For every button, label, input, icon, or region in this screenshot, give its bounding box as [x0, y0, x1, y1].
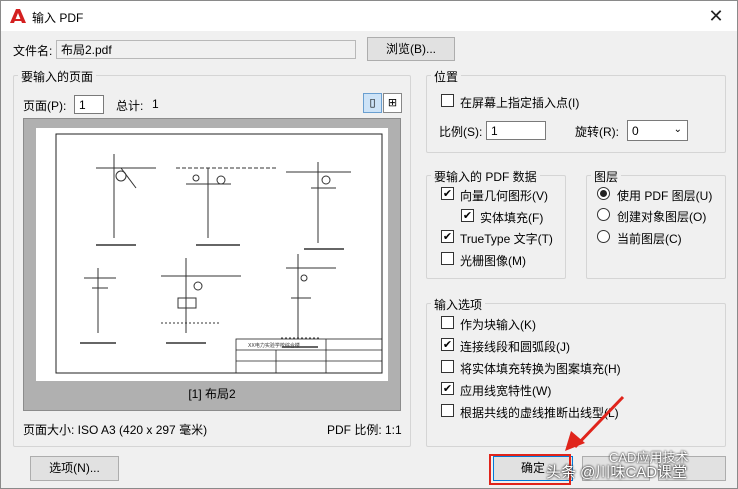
file-name-label: 文件名: — [13, 44, 53, 58]
pdf-scale-label: PDF 比例: 1:1 — [327, 423, 402, 437]
position-group — [426, 75, 726, 153]
import-as-block-label: 作为块输入(K) — [460, 318, 536, 332]
vector-geometry-checkbox[interactable]: ✔ — [441, 187, 454, 200]
total-label: 总计: — [116, 99, 144, 113]
current-layer-radio[interactable] — [597, 230, 610, 243]
import-pdf-dialog: 输入 PDF ✕ 文件名: 布局2.pdf 浏览(B)... 要输入的页面 页面… — [0, 0, 738, 489]
window-title: 输入 PDF — [32, 11, 84, 25]
page-label: 页面(P): — [23, 99, 67, 113]
convert-fill-to-hatch-label: 将实体填充转换为图案填充(H) — [460, 362, 621, 376]
solid-fill-checkbox[interactable]: ✔ — [461, 209, 474, 222]
page-preview: XX电力实验学校综合楼 [1] 布局2 — [23, 118, 401, 411]
red-arrow-icon — [565, 395, 625, 451]
pdf-data-group-title: 要输入的 PDF 数据 — [431, 168, 540, 185]
title-bar: 输入 PDF ✕ — [1, 1, 737, 31]
drawing-thumbnail: XX电力实验学校综合楼 — [55, 133, 383, 374]
raster-images-checkbox[interactable] — [441, 252, 454, 265]
solid-fill-label: 实体填充(F) — [480, 211, 544, 225]
page-size-label: 页面大小: ISO A3 (420 x 297 毫米) — [23, 423, 208, 437]
scale-field[interactable]: 1 — [486, 121, 546, 140]
use-pdf-layers-label: 使用 PDF 图层(U) — [617, 189, 713, 203]
specify-on-screen-label: 在屏幕上指定插入点(I) — [460, 96, 580, 110]
layers-group-title: 图层 — [591, 168, 622, 185]
options-button[interactable]: 选项(N)... — [30, 456, 119, 481]
chevron-down-icon: ⌄ — [673, 124, 682, 135]
rotation-select[interactable]: 0 ⌄ — [627, 120, 688, 141]
file-name-field[interactable]: 布局2.pdf — [56, 40, 356, 59]
create-object-layers-label: 创建对象图层(O) — [617, 210, 707, 224]
current-layer-label: 当前图层(C) — [617, 232, 682, 246]
specify-on-screen-checkbox[interactable] — [441, 94, 454, 107]
import-options-group-title: 输入选项 — [431, 296, 486, 313]
autocad-a-icon — [10, 9, 26, 23]
title-block-text: XX电力实验学校综合楼 — [248, 342, 300, 349]
apply-lineweight-label: 应用线宽特性(W) — [460, 384, 552, 398]
pages-group-title: 要输入的页面 — [18, 68, 97, 85]
apply-lineweight-checkbox[interactable]: ✔ — [441, 382, 454, 395]
join-segments-label: 连接线段和圆弧段(J) — [460, 340, 570, 354]
close-button[interactable]: ✕ — [695, 1, 737, 31]
scale-label: 比例(S): — [439, 125, 483, 139]
use-pdf-layers-radio[interactable] — [597, 187, 610, 200]
import-as-block-checkbox[interactable] — [441, 316, 454, 329]
convert-fill-to-hatch-checkbox[interactable] — [441, 360, 454, 373]
join-segments-checkbox[interactable]: ✔ — [441, 338, 454, 351]
raster-images-label: 光栅图像(M) — [460, 254, 526, 268]
position-group-title: 位置 — [431, 68, 462, 85]
truetype-text-checkbox[interactable]: ✔ — [441, 230, 454, 243]
preview-sheet: XX电力实验学校综合楼 — [36, 128, 388, 381]
page-number-field[interactable]: 1 — [74, 95, 104, 114]
create-object-layers-radio[interactable] — [597, 208, 610, 221]
preview-caption: [1] 布局2 — [188, 387, 236, 401]
watermark-text: 头条 @川味CAD课堂 — [546, 464, 688, 481]
rotation-label: 旋转(R): — [575, 125, 619, 139]
total-value: 1 — [152, 97, 159, 111]
browse-button[interactable]: 浏览(B)... — [367, 37, 455, 61]
infer-linetype-checkbox[interactable] — [441, 404, 454, 417]
single-page-icon[interactable]: ▯ — [363, 93, 382, 113]
rotation-value: 0 — [632, 124, 639, 138]
vector-geometry-label: 向量几何图形(V) — [460, 189, 548, 203]
grid-view-icon[interactable]: ⊞ — [383, 93, 402, 113]
truetype-text-label: TrueType 文字(T) — [460, 232, 553, 246]
